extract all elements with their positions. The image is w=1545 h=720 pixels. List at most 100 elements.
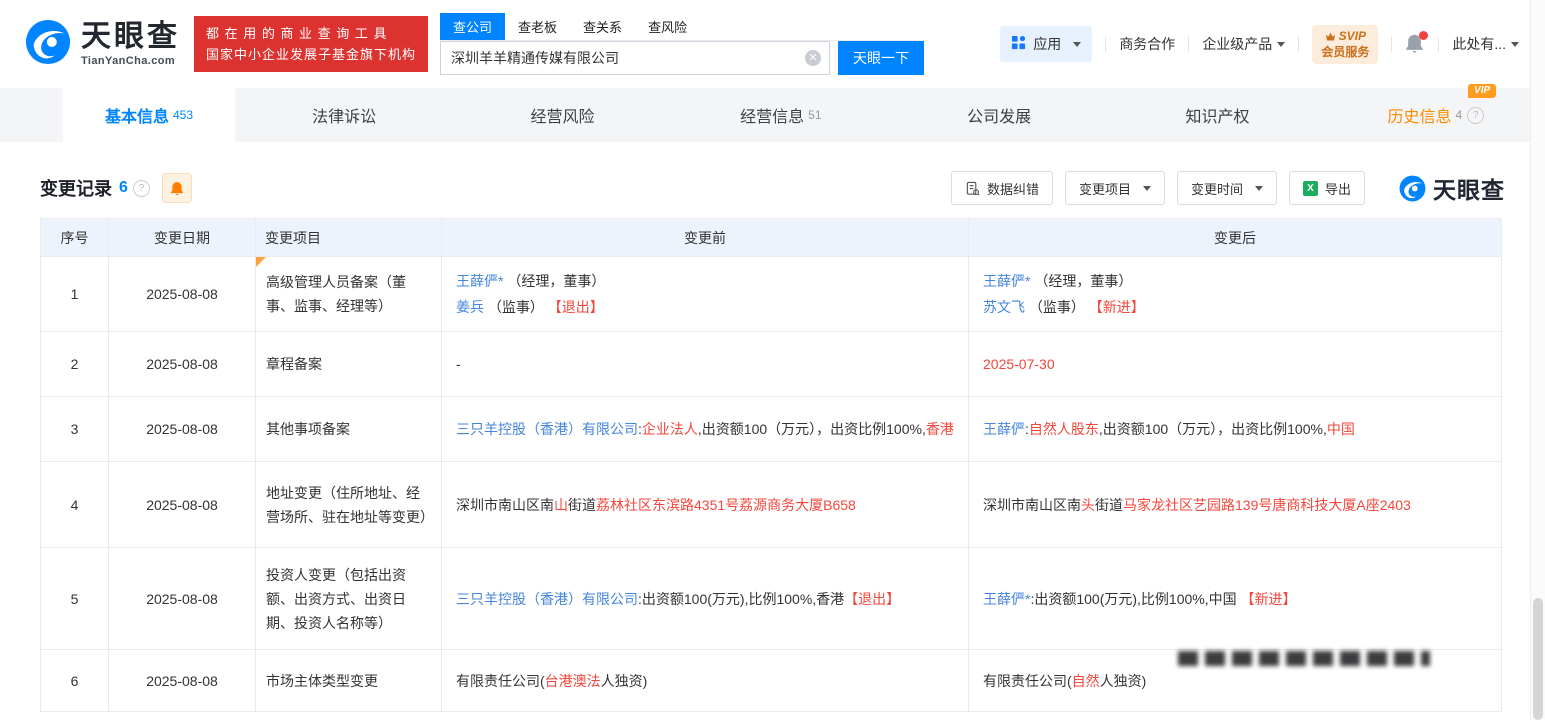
search-area: 查公司查老板查关系查风险 ✕ 天眼一下 bbox=[440, 13, 924, 75]
change-date: 2025-08-08 bbox=[109, 397, 256, 462]
after-cell: 2025-07-30 bbox=[969, 332, 1502, 397]
cell-line: 苏文飞 （监事） 【新进】 bbox=[983, 294, 1487, 320]
column-header-4: 变更前 bbox=[442, 219, 969, 257]
user-menu[interactable]: 此处有... bbox=[1452, 34, 1519, 54]
nav-tab-6[interactable]: 知识产权 bbox=[1108, 88, 1326, 142]
entity-link[interactable]: 王薛俨* bbox=[983, 591, 1030, 607]
search-tab-1[interactable]: 查公司 bbox=[440, 13, 505, 40]
data-correction-label: 数据纠错 bbox=[987, 179, 1039, 198]
slogan-line1: 都 在 用 的 商 业 查 询 工 具 bbox=[206, 23, 416, 44]
watermark-brand-name: 天眼查 bbox=[1433, 171, 1505, 205]
section-header: 变更记录 6 ? 数据纠错 变更项目 bbox=[40, 170, 1505, 206]
changed-text: 自然人股东 bbox=[1029, 421, 1099, 437]
cell-line: 三只羊控股（香港）有限公司:出资额100(万元),比例100%,香港【退出】 bbox=[456, 586, 954, 612]
cell-line: 王薛俨* （经理，董事） bbox=[983, 268, 1487, 294]
after-cell: 王薛俨* （经理，董事）苏文飞 （监事） 【新进】 bbox=[969, 257, 1502, 332]
change-date: 2025-08-08 bbox=[109, 462, 256, 548]
chevron-down-icon bbox=[1143, 186, 1151, 191]
row-number: 6 bbox=[41, 650, 109, 712]
change-time-filter-label: 变更时间 bbox=[1191, 179, 1243, 198]
enterprise-products-label: 企业级产品 bbox=[1202, 34, 1272, 54]
nav-tab-2[interactable]: 法律诉讼 bbox=[235, 88, 453, 142]
cell-text: 街道 bbox=[568, 497, 596, 513]
nav-tab-7[interactable]: 历史信息4VIP? bbox=[1327, 88, 1545, 142]
nav-tab-content: 知识产权 bbox=[1185, 103, 1249, 127]
help-icon[interactable]: ? bbox=[1467, 107, 1484, 124]
nav-tab-label: 法律诉讼 bbox=[312, 103, 376, 127]
section-title: 变更记录 bbox=[40, 175, 112, 201]
entity-link[interactable]: 三只羊控股（香港）有限公司 bbox=[456, 591, 638, 607]
nav-tab-content: 经营信息51 bbox=[740, 103, 821, 127]
enterprise-products-menu[interactable]: 企业级产品 bbox=[1202, 34, 1285, 54]
nav-tab-content: 历史信息4VIP? bbox=[1387, 103, 1484, 127]
clear-search-icon[interactable]: ✕ bbox=[805, 50, 821, 66]
change-item: 投资人变更（包括出资额、出资方式、出资日期、投资人名称等） bbox=[256, 548, 442, 650]
row-number: 3 bbox=[41, 397, 109, 462]
business-cooperation-link[interactable]: 商务合作 bbox=[1119, 34, 1175, 54]
changed-text: 荔林社区东滨路4351号荔源商务大厦B658 bbox=[596, 497, 856, 513]
entity-link[interactable]: 姜兵 bbox=[456, 299, 484, 315]
bell-icon bbox=[170, 181, 184, 196]
divider bbox=[1298, 37, 1299, 52]
cell-text: （监事） bbox=[484, 299, 548, 315]
entity-link[interactable]: 王薛俨 bbox=[983, 421, 1025, 437]
tianyancha-logo-icon bbox=[25, 19, 71, 70]
changed-text: 2025-07-30 bbox=[983, 356, 1055, 372]
change-item: 地址变更（住所地址、经营场所、驻在地址等变更） bbox=[256, 462, 442, 548]
nav-tab-4[interactable]: 经营信息51 bbox=[672, 88, 890, 142]
cell-text: ,出资额100（万元），出资比例100%, bbox=[698, 421, 926, 437]
search-button[interactable]: 天眼一下 bbox=[838, 41, 924, 75]
svip-member-button[interactable]: SVIP 会员服务 bbox=[1312, 25, 1378, 64]
change-date: 2025-08-08 bbox=[109, 548, 256, 650]
search-tab-2[interactable]: 查老板 bbox=[505, 13, 570, 40]
nav-tab-label: 历史信息 bbox=[1387, 103, 1451, 127]
before-cell: 深圳市南山区南山街道荔林社区东滨路4351号荔源商务大厦B658 bbox=[442, 462, 969, 548]
chevron-down-icon bbox=[1073, 42, 1081, 47]
before-cell: 三只羊控股（香港）有限公司:出资额100(万元),比例100%,香港【退出】 bbox=[442, 548, 969, 650]
cell-text: 有限责任公司( bbox=[456, 673, 545, 689]
after-cell: 有限责任公司(自然人独资) bbox=[969, 650, 1502, 712]
apps-grid-icon bbox=[1011, 35, 1026, 53]
search-tab-4[interactable]: 查风险 bbox=[635, 13, 700, 40]
cell-text: - bbox=[456, 356, 461, 372]
help-icon[interactable]: ? bbox=[133, 180, 150, 197]
nav-tab-content: 公司发展 bbox=[967, 103, 1031, 127]
nav-tab-label: 经营风险 bbox=[530, 103, 594, 127]
svip-service-label: 会员服务 bbox=[1321, 45, 1369, 59]
subscribe-bell-button[interactable] bbox=[162, 173, 192, 203]
excel-icon: X bbox=[1303, 181, 1318, 196]
chevron-down-icon bbox=[1511, 42, 1519, 47]
changed-text: 山 bbox=[554, 497, 568, 513]
search-tab-3[interactable]: 查关系 bbox=[570, 13, 635, 40]
entity-link[interactable]: 苏文飞 bbox=[983, 299, 1025, 315]
data-correction-button[interactable]: 数据纠错 bbox=[951, 171, 1053, 205]
change-time-filter[interactable]: 变更时间 bbox=[1177, 171, 1277, 205]
nav-tab-count: 453 bbox=[173, 108, 193, 122]
tianyancha-logo[interactable]: 天眼查 TianYanCha.com bbox=[25, 19, 180, 70]
notification-bell-icon[interactable] bbox=[1405, 33, 1425, 55]
top-bar-right: 应用 商务合作 企业级产品 SVIP 会员服务 bbox=[1000, 25, 1545, 64]
changed-text: 自然 bbox=[1072, 673, 1100, 689]
change-item: 高级管理人员备案（董事、监事、经理等） bbox=[256, 257, 442, 332]
entity-link[interactable]: 王薛俨* bbox=[983, 273, 1030, 289]
entity-link[interactable]: 三只羊控股（香港）有限公司 bbox=[456, 421, 638, 437]
before-cell: 王薛俨* （经理，董事）姜兵 （监事） 【退出】 bbox=[442, 257, 969, 332]
export-button[interactable]: X 导出 bbox=[1289, 171, 1365, 205]
change-item-filter-label: 变更项目 bbox=[1079, 179, 1131, 198]
page-scrollbar[interactable] bbox=[1530, 0, 1545, 720]
entity-link[interactable]: 王薛俨* bbox=[456, 273, 503, 289]
nav-tab-5[interactable]: 公司发展 bbox=[890, 88, 1108, 142]
changed-text: 中国 bbox=[1327, 421, 1355, 437]
nav-tab-label: 知识产权 bbox=[1185, 103, 1249, 127]
table-row: 32025-08-08其他事项备案三只羊控股（香港）有限公司:企业法人,出资额1… bbox=[41, 397, 1502, 462]
apps-menu[interactable]: 应用 bbox=[1000, 26, 1092, 62]
before-cell: - bbox=[442, 332, 969, 397]
nav-tab-1[interactable]: 基本信息453 bbox=[63, 88, 235, 142]
search-input[interactable] bbox=[440, 41, 830, 75]
scrollbar-thumb[interactable] bbox=[1533, 598, 1543, 720]
nav-tab-3[interactable]: 经营风险 bbox=[453, 88, 671, 142]
change-item-filter[interactable]: 变更项目 bbox=[1065, 171, 1165, 205]
change-records-table: 序号变更日期变更项目变更前变更后 12025-08-08高级管理人员备案（董事、… bbox=[40, 218, 1502, 712]
changed-text: 【退出】 bbox=[548, 299, 604, 315]
chevron-down-icon bbox=[1255, 186, 1263, 191]
